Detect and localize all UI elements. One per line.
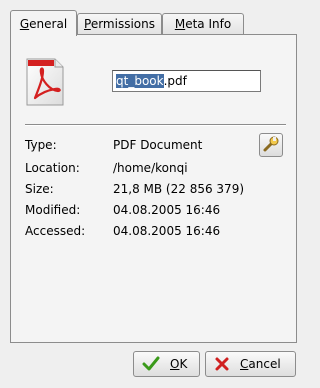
checkmark-icon (142, 356, 160, 372)
pdf-document-icon (25, 58, 65, 109)
tab-general[interactable]: General (10, 10, 77, 36)
modified-value: 04.08.2005 16:46 (113, 203, 221, 217)
accessed-label: Accessed: (25, 224, 86, 238)
location-value: /home/konqi (113, 161, 188, 175)
tab-permissions-label: Permissions (84, 17, 155, 31)
accessed-value: 04.08.2005 16:46 (113, 224, 221, 238)
cross-icon (214, 356, 230, 372)
type-value: PDF Document (113, 138, 203, 152)
tab-meta-info[interactable]: Meta Info (162, 13, 244, 34)
tab-permissions[interactable]: Permissions (77, 13, 162, 34)
cancel-button-label: Cancel (240, 357, 281, 371)
file-name-input[interactable]: qt_book.pdf (112, 70, 261, 92)
ok-button-label: OK (170, 357, 188, 371)
ok-button[interactable]: OK (133, 351, 200, 377)
size-value: 21,8 MB (22 856 379) (113, 182, 245, 196)
location-label: Location: (25, 161, 80, 175)
tab-meta-info-label: Meta Info (174, 17, 232, 31)
modified-label: Modified: (25, 203, 81, 217)
type-label: Type: (25, 138, 57, 152)
cancel-button[interactable]: Cancel (205, 351, 296, 377)
general-tab-panel: qt_book.pdf Type: PDF Document Location:… (10, 34, 297, 343)
wrench-icon (262, 135, 280, 156)
file-name-extension: .pdf (163, 74, 187, 88)
file-name-selection: qt_book (116, 74, 164, 88)
tab-general-label: General (19, 16, 68, 31)
separator (25, 124, 286, 126)
size-label: Size: (25, 182, 54, 196)
edit-file-type-button[interactable] (259, 133, 283, 157)
